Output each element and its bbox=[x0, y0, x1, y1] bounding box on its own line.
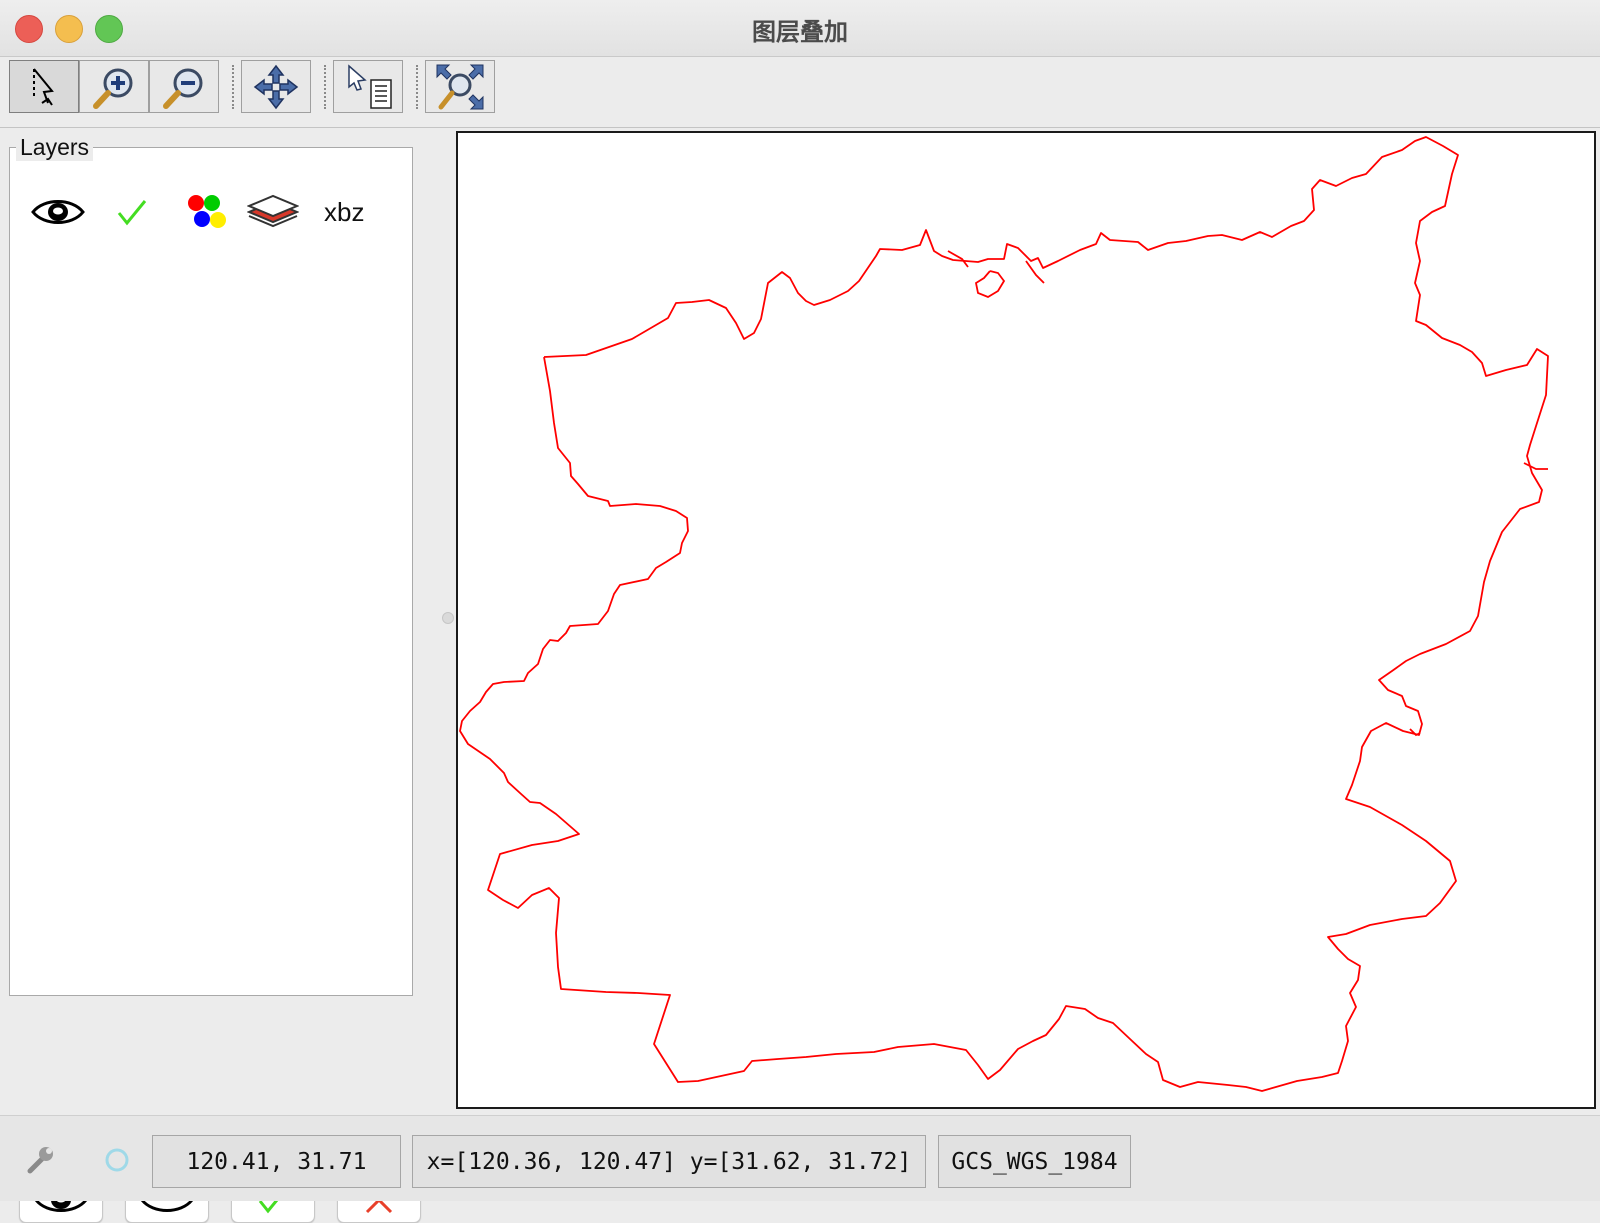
eye-open-icon bbox=[31, 200, 85, 224]
toolbar-separator bbox=[232, 65, 234, 109]
cursor-coordinates-field: 120.41, 31.71 bbox=[152, 1135, 401, 1188]
zoom-out-icon bbox=[163, 68, 203, 109]
pan-icon bbox=[253, 64, 299, 109]
layer-stack-icon bbox=[247, 194, 299, 228]
crs-field: GCS_WGS_1984 bbox=[938, 1135, 1131, 1188]
layers-list: Layers xbz bbox=[9, 134, 413, 996]
zoom-out-button[interactable] bbox=[149, 60, 219, 113]
pan-button[interactable] bbox=[241, 60, 311, 113]
title-bar: 图层叠加 bbox=[0, 0, 1600, 57]
layers-panel-title: Layers bbox=[16, 134, 94, 161]
layer-name: xbz bbox=[324, 196, 365, 227]
split-pane-divider[interactable] bbox=[438, 128, 456, 1113]
layer-row[interactable]: xbz bbox=[28, 187, 398, 237]
layer-visibility-toggle[interactable] bbox=[28, 196, 88, 228]
layer-xbz-outline bbox=[459, 136, 1549, 1092]
checkmark-icon bbox=[117, 200, 147, 226]
layer-selected-check[interactable] bbox=[88, 195, 176, 229]
select-tool-button[interactable] bbox=[9, 60, 79, 113]
layer-type-indicator bbox=[236, 194, 310, 230]
wrench-icon[interactable] bbox=[24, 1143, 58, 1177]
layers-panel: Layers xbz bbox=[0, 128, 438, 1223]
zoom-to-extent-icon bbox=[436, 64, 484, 109]
map-extent-field: x=[120.36, 120.47] y=[31.62, 31.72] bbox=[412, 1135, 926, 1188]
map-toolbar bbox=[0, 57, 1600, 128]
window-title: 图层叠加 bbox=[752, 19, 848, 46]
color-palette-icon bbox=[188, 195, 226, 228]
info-identify-icon bbox=[348, 63, 392, 109]
layer-style-button[interactable] bbox=[176, 194, 236, 230]
status-bar: 120.41, 31.71 x=[120.36, 120.47] y=[31.6… bbox=[0, 1115, 1600, 1201]
toolbar-separator bbox=[324, 65, 326, 109]
map-canvas[interactable] bbox=[456, 131, 1596, 1109]
split-pane-handle[interactable] bbox=[442, 612, 454, 624]
identify-button[interactable] bbox=[333, 60, 403, 113]
status-indicator-icon bbox=[105, 1148, 129, 1172]
zoom-to-extent-button[interactable] bbox=[425, 60, 495, 113]
zoom-in-icon bbox=[93, 68, 133, 109]
toolbar-separator bbox=[416, 65, 418, 109]
zoom-in-button[interactable] bbox=[79, 60, 149, 113]
select-arrow-icon bbox=[33, 67, 54, 106]
